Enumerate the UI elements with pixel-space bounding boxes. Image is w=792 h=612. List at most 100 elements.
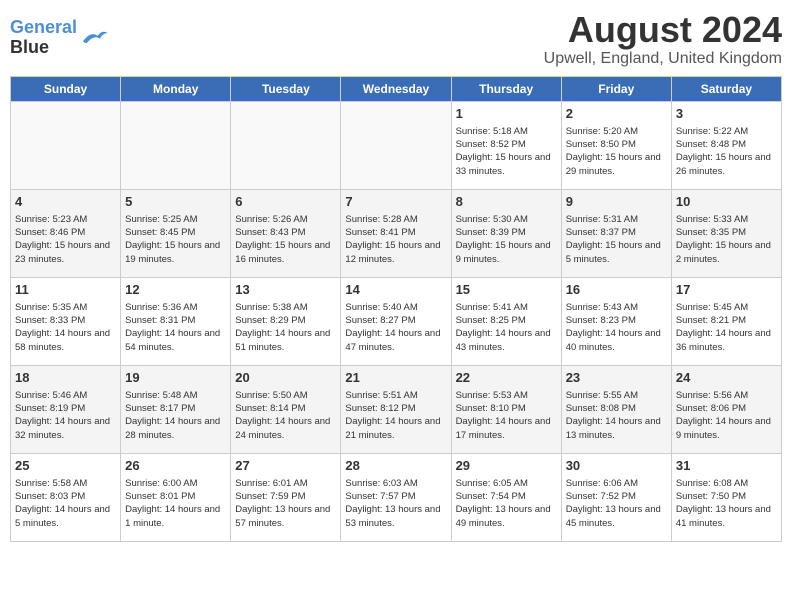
calendar-cell: 26Sunrise: 6:00 AMSunset: 8:01 PMDayligh… [121,453,231,541]
day-number: 8 [456,193,557,211]
day-number: 16 [566,281,667,299]
day-number: 20 [235,369,336,387]
sunset-text: Sunset: 8:23 PM [566,314,667,327]
daylight-text: Daylight: 15 hours and 23 minutes. [15,239,116,266]
sunrise-text: Sunrise: 5:45 AM [676,301,777,314]
sunset-text: Sunset: 8:33 PM [15,314,116,327]
daylight-text: Daylight: 15 hours and 9 minutes. [456,239,557,266]
daylight-text: Daylight: 13 hours and 49 minutes. [456,503,557,530]
sunrise-text: Sunrise: 5:18 AM [456,125,557,138]
daylight-text: Daylight: 15 hours and 26 minutes. [676,151,777,178]
sunset-text: Sunset: 7:52 PM [566,490,667,503]
sunrise-text: Sunrise: 5:22 AM [676,125,777,138]
sunrise-text: Sunrise: 5:26 AM [235,213,336,226]
sunset-text: Sunset: 8:31 PM [125,314,226,327]
daylight-text: Daylight: 14 hours and 32 minutes. [15,415,116,442]
sunset-text: Sunset: 8:21 PM [676,314,777,327]
sunrise-text: Sunrise: 6:01 AM [235,477,336,490]
day-number: 31 [676,457,777,475]
daylight-text: Daylight: 15 hours and 19 minutes. [125,239,226,266]
day-number: 28 [345,457,446,475]
sunset-text: Sunset: 8:27 PM [345,314,446,327]
calendar-week-row: 18Sunrise: 5:46 AMSunset: 8:19 PMDayligh… [11,365,782,453]
daylight-text: Daylight: 13 hours and 53 minutes. [345,503,446,530]
calendar-cell: 25Sunrise: 5:58 AMSunset: 8:03 PMDayligh… [11,453,121,541]
daylight-text: Daylight: 14 hours and 43 minutes. [456,327,557,354]
sunset-text: Sunset: 8:43 PM [235,226,336,239]
day-number: 30 [566,457,667,475]
day-number: 12 [125,281,226,299]
daylight-text: Daylight: 14 hours and 40 minutes. [566,327,667,354]
header-thursday: Thursday [451,76,561,101]
calendar-cell: 21Sunrise: 5:51 AMSunset: 8:12 PMDayligh… [341,365,451,453]
sunrise-text: Sunrise: 5:50 AM [235,389,336,402]
calendar-cell: 13Sunrise: 5:38 AMSunset: 8:29 PMDayligh… [231,277,341,365]
sunrise-text: Sunrise: 5:20 AM [566,125,667,138]
calendar-week-row: 25Sunrise: 5:58 AMSunset: 8:03 PMDayligh… [11,453,782,541]
day-number: 26 [125,457,226,475]
daylight-text: Daylight: 14 hours and 28 minutes. [125,415,226,442]
sunrise-text: Sunrise: 5:40 AM [345,301,446,314]
sunset-text: Sunset: 8:19 PM [15,402,116,415]
sunset-text: Sunset: 7:50 PM [676,490,777,503]
calendar-cell: 27Sunrise: 6:01 AMSunset: 7:59 PMDayligh… [231,453,341,541]
sunset-text: Sunset: 7:59 PM [235,490,336,503]
sunrise-text: Sunrise: 5:36 AM [125,301,226,314]
header-sunday: Sunday [11,76,121,101]
calendar-cell: 29 Sunrise: 6:05 AMSunset: 7:54 PMDayligh… [451,453,561,541]
logo: General Blue [10,18,109,58]
day-number: 5 [125,193,226,211]
sunrise-text: Sunrise: 5:23 AM [15,213,116,226]
sunrise-text: Sunrise: 5:56 AM [676,389,777,402]
sunrise-text: Sunrise: 5:25 AM [125,213,226,226]
calendar-table: SundayMondayTuesdayWednesdayThursdayFrid… [10,76,782,542]
sunrise-text: Sunrise: 5:28 AM [345,213,446,226]
daylight-text: Daylight: 15 hours and 29 minutes. [566,151,667,178]
calendar-cell: 17 Sunrise: 5:45 AMSunset: 8:21 PMDayligh… [671,277,781,365]
day-number: 22 [456,369,557,387]
sunrise-text: Sunrise: 5:48 AM [125,389,226,402]
day-number: 15 [456,281,557,299]
calendar-week-row: 11Sunrise: 5:35 AMSunset: 8:33 PMDayligh… [11,277,782,365]
day-number: 21 [345,369,446,387]
sunrise-text: Sunrise: 6:06 AM [566,477,667,490]
day-number: 7 [345,193,446,211]
sunrise-text: Sunrise: 5:53 AM [456,389,557,402]
day-number: 17 [676,281,777,299]
daylight-text: Daylight: 14 hours and 36 minutes. [676,327,777,354]
sunset-text: Sunset: 8:48 PM [676,138,777,151]
calendar-cell: 5 Sunrise: 5:25 AMSunset: 8:45 PMDaylight… [121,189,231,277]
calendar-cell: 12Sunrise: 5:36 AMSunset: 8:31 PMDayligh… [121,277,231,365]
header-friday: Friday [561,76,671,101]
sunset-text: Sunset: 8:50 PM [566,138,667,151]
daylight-text: Daylight: 15 hours and 5 minutes. [566,239,667,266]
calendar-cell: 20Sunrise: 5:50 AMSunset: 8:14 PMDayligh… [231,365,341,453]
page-header: General Blue August 2024 Upwell, England… [10,10,782,68]
daylight-text: Daylight: 15 hours and 16 minutes. [235,239,336,266]
sunrise-text: Sunrise: 5:38 AM [235,301,336,314]
calendar-cell: 16Sunrise: 5:43 AMSunset: 8:23 PMDayligh… [561,277,671,365]
daylight-text: Daylight: 15 hours and 12 minutes. [345,239,446,266]
sunset-text: Sunset: 7:54 PM [456,490,557,503]
day-number: 18 [15,369,116,387]
sunrise-text: Sunrise: 5:33 AM [676,213,777,226]
sunset-text: Sunset: 8:12 PM [345,402,446,415]
title-area: August 2024 Upwell, England, United King… [544,10,782,68]
calendar-cell: 3Sunrise: 5:22 AMSunset: 8:48 PMDaylight… [671,101,781,189]
sunset-text: Sunset: 8:45 PM [125,226,226,239]
day-number: 27 [235,457,336,475]
logo-bird-icon [79,26,109,50]
sunrise-text: Sunrise: 5:31 AM [566,213,667,226]
calendar-cell: 22Sunrise: 5:53 AMSunset: 8:10 PMDayligh… [451,365,561,453]
sunrise-text: Sunrise: 5:35 AM [15,301,116,314]
daylight-text: Daylight: 14 hours and 9 minutes. [676,415,777,442]
header-monday: Monday [121,76,231,101]
sunrise-text: Sunrise: 6:05 AM [456,477,557,490]
daylight-text: Daylight: 14 hours and 47 minutes. [345,327,446,354]
calendar-cell: 8Sunrise: 5:30 AMSunset: 8:39 PMDaylight… [451,189,561,277]
sunset-text: Sunset: 8:46 PM [15,226,116,239]
sunset-text: Sunset: 8:06 PM [676,402,777,415]
day-number: 29 [456,457,557,475]
day-number: 13 [235,281,336,299]
day-number: 10 [676,193,777,211]
